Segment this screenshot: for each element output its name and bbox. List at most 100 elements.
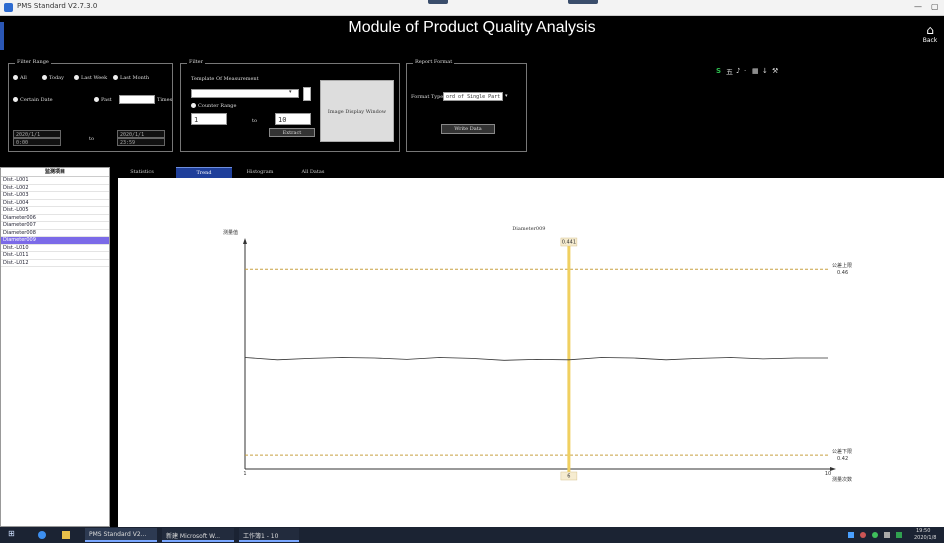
view-tabs: Statistics Trend Histogram All Datas (118, 167, 944, 178)
filter-range-panel: Filter Range All Today Last Week Last Mo… (8, 59, 173, 152)
template-select[interactable] (191, 89, 299, 98)
filter-range-title: Filter Range (15, 59, 51, 65)
filter-title: Filter (187, 59, 206, 65)
list-item[interactable]: Dist.-L012 (1, 260, 109, 267)
house-icon: ⌂ (926, 23, 934, 37)
upper-limit-value: 0.46 (837, 270, 848, 276)
image-display-button[interactable]: Image Display Window (320, 80, 394, 142)
list-item[interactable]: Dist.-L010 (1, 245, 109, 252)
radio-today[interactable] (42, 75, 47, 80)
radio-last-month[interactable] (113, 75, 118, 80)
radio-today-label: Today (49, 75, 64, 81)
template-label: Template Of Measurement (191, 76, 259, 82)
input-method-icon[interactable]: 五 (726, 67, 733, 77)
counter-range-label: Counter Range (198, 103, 237, 109)
taskbar-item-word[interactable]: 新建 Microsoft W... (162, 528, 234, 542)
radio-all-label: All (20, 75, 27, 81)
os-taskbar: ⊞ PMS Standard V2... 新建 Microsoft W... 工… (0, 527, 944, 543)
item-list-header: 监测项目 (1, 168, 109, 177)
list-item[interactable]: Dist.-L011 (1, 252, 109, 260)
report-format-title: Report Format (413, 59, 455, 65)
list-item[interactable]: Diameter007 (1, 222, 109, 230)
date-to-label: to (89, 136, 95, 142)
clock-date[interactable]: 2020/1/8 (914, 535, 936, 541)
write-data-button[interactable]: Write Data (441, 124, 495, 134)
radio-counter-range[interactable] (191, 103, 196, 108)
radio-last-week[interactable] (74, 75, 79, 80)
trend-chart: 0.441 6 Diameter009 测量值 测量次数 1 10 公差上限 0… (223, 226, 852, 483)
extract-button[interactable]: Extract (269, 128, 315, 137)
filter-panel: Filter Template Of Measurement ▾ Counter… (180, 59, 400, 152)
taskbar-item-label: 新建 Microsoft W... (166, 533, 221, 540)
counter-to-input[interactable]: 10 (275, 113, 311, 125)
folder-icon[interactable] (62, 531, 70, 539)
list-item[interactable]: Dist.-L005 (1, 207, 109, 215)
list-item[interactable]: Diameter009 (1, 237, 109, 245)
measurement-item-list: 监测项目 Dist.-L001 Dist.-L002 Dist.-L003 Di… (0, 167, 110, 527)
app-window: PMS Standard V2.7.3.0 — ▢ Module of Prod… (0, 0, 944, 543)
taskbar-item-label: 工作簿1 - 10 (243, 533, 279, 540)
list-item[interactable]: Diameter006 (1, 215, 109, 222)
radio-certain-date[interactable] (13, 97, 18, 102)
download-icon[interactable]: ↓ (762, 67, 768, 75)
window-title: PMS Standard V2.7.3.0 (17, 2, 98, 10)
format-type-select[interactable]: ord of Single Part (443, 92, 503, 101)
chevron-down-icon[interactable]: ▾ (289, 89, 292, 95)
clock-time[interactable]: 19:50 (916, 528, 930, 534)
date-to-input[interactable]: 2020/1/1 (117, 130, 165, 138)
counter-to-label: to (252, 118, 258, 124)
y-axis-arrow (243, 238, 247, 244)
date-from-input[interactable]: 2020/1/1 (13, 130, 61, 138)
report-format-panel: Report Format Format Type ord of Single … (406, 59, 527, 152)
tab-histogram[interactable]: Histogram (240, 167, 280, 178)
lower-limit-label: 公差下限 (832, 448, 852, 455)
browser-icon[interactable] (38, 531, 46, 539)
tab-all-datas[interactable]: All Datas (293, 167, 333, 178)
y-axis-label: 测量值 (223, 229, 238, 236)
taskbar-item-excel[interactable]: 工作簿1 - 10 (239, 528, 299, 542)
list-item[interactable]: Dist.-L003 (1, 192, 109, 200)
tray-volume-icon[interactable] (884, 532, 890, 538)
radio-all[interactable] (13, 75, 18, 80)
windows-start-icon[interactable]: ⊞ (8, 529, 15, 538)
taskbar-item-label: PMS Standard V2... (89, 531, 147, 538)
tab-statistics[interactable]: Statistics (122, 167, 162, 178)
list-item[interactable]: Dist.-L002 (1, 185, 109, 192)
cursor-line[interactable] (567, 246, 571, 475)
module-title: Module of Product Quality Analysis (348, 19, 596, 36)
module-header: Module of Product Quality Analysis ⌂ Bac… (0, 16, 944, 56)
minimize-button[interactable]: — (914, 2, 922, 11)
list-item[interactable]: Dist.-L004 (1, 200, 109, 207)
upper-limit-label: 公差上限 (832, 262, 852, 269)
tray-antivirus-icon[interactable] (860, 532, 866, 538)
x-axis-label: 测量次数 (832, 476, 852, 483)
sogou-icon[interactable]: S (716, 67, 721, 75)
tab-trend[interactable]: Trend (176, 167, 232, 178)
time-to-input[interactable]: 23:59 (117, 138, 165, 146)
past-label: Past (101, 97, 112, 103)
tray-shield-icon[interactable] (848, 532, 854, 538)
app-icon (4, 3, 13, 12)
list-item[interactable]: Dist.-L001 (1, 177, 109, 185)
tray-network-icon[interactable] (872, 532, 878, 538)
radio-past[interactable] (94, 97, 99, 102)
taskbar-item-pms[interactable]: PMS Standard V2... (85, 528, 157, 542)
list-item[interactable]: Diameter008 (1, 230, 109, 237)
past-count-input[interactable] (119, 95, 155, 104)
x-tick-label: 10 (825, 471, 831, 477)
template-browse-button[interactable] (303, 87, 311, 101)
time-from-input[interactable]: 0:00 (13, 138, 61, 146)
dot-icon[interactable]: · (744, 67, 746, 75)
voice-icon[interactable]: ♪ (736, 67, 740, 75)
tray-input-icon[interactable] (896, 532, 902, 538)
counter-from-input[interactable]: 1 (191, 113, 227, 125)
keyboard-icon[interactable]: ▦ (752, 67, 759, 75)
cursor-x-label: 6 (567, 474, 570, 480)
tool-icon[interactable]: ⚒ (772, 67, 778, 75)
restore-button[interactable]: ▢ (931, 2, 939, 11)
home-button[interactable]: ⌂ Back (918, 24, 942, 52)
toolbar-icons: S 五 ♪ · ▦ ↓ ⚒ (716, 67, 786, 77)
titlebar-accent (428, 0, 448, 4)
cursor-value-label: 0.441 (562, 240, 576, 246)
chevron-down-icon[interactable]: ▾ (505, 93, 508, 99)
